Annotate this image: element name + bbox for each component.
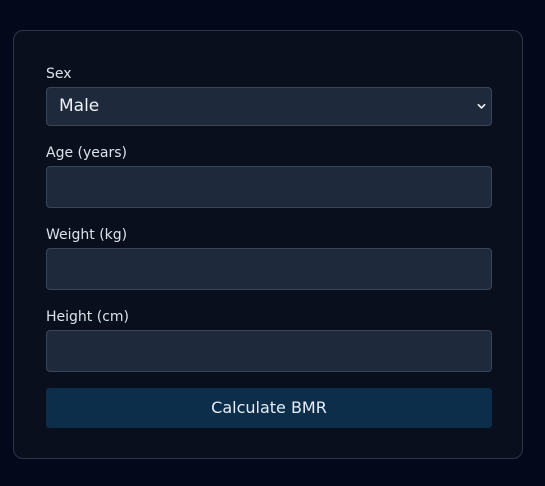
height-input[interactable]: [46, 330, 492, 372]
weight-input[interactable]: [46, 248, 492, 290]
calculate-bmr-button[interactable]: Calculate BMR: [46, 388, 492, 428]
weight-label: Weight (kg): [46, 227, 128, 243]
sex-label: Sex: [46, 66, 72, 82]
age-input[interactable]: [46, 166, 492, 208]
sex-select[interactable]: Male: [46, 87, 492, 126]
chevron-down-icon: [477, 103, 486, 109]
age-label: Age (years): [46, 145, 127, 161]
bmr-form-card: Sex Male Age (years) Weight (kg) Height …: [13, 30, 523, 459]
height-label: Height (cm): [46, 309, 129, 325]
sex-select-value: Male: [59, 96, 100, 116]
